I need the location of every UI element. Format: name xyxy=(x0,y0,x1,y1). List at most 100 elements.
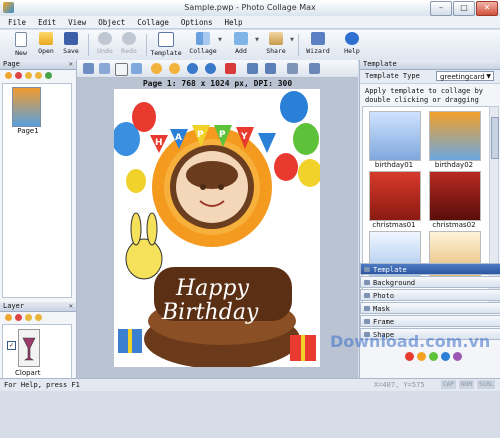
save-button[interactable]: Save xyxy=(57,32,85,58)
cocktail-glass-icon xyxy=(22,337,36,361)
template-label: christmas02 xyxy=(432,221,476,229)
banner-letter: P xyxy=(219,130,226,140)
menu-collage[interactable]: Collage xyxy=(137,16,169,28)
banner-letter: Y xyxy=(240,132,248,142)
template-thumbnail[interactable] xyxy=(369,111,421,161)
open-button[interactable]: Open xyxy=(32,32,60,58)
bring-forward-icon[interactable] xyxy=(151,63,162,74)
open-folder-icon xyxy=(39,32,53,45)
template-type-label: Template Type xyxy=(365,72,420,80)
caps-indicator: CAP xyxy=(441,380,456,389)
title-bar: Sample.pwp - Photo Collage Max – □ ✕ xyxy=(0,0,500,17)
close-icon[interactable]: ✕ xyxy=(69,60,73,69)
template-type-row: Template Type greetingcard ▼ xyxy=(360,70,500,84)
chevron-down-icon: ▼ xyxy=(486,73,491,80)
right-pane: Template Template Type greetingcard ▼ Ap… xyxy=(359,60,500,378)
main-toolbar: New Open Save Undo Redo Template Collage… xyxy=(0,30,500,61)
layer-thumbnail[interactable] xyxy=(18,329,40,367)
watermark: Download.com.vn xyxy=(330,332,490,361)
move-down-icon[interactable] xyxy=(35,72,42,79)
refresh-icon[interactable] xyxy=(45,72,52,79)
redo-button[interactable]: Redo xyxy=(115,32,143,58)
share-icon xyxy=(269,32,283,45)
category-background[interactable]: Background xyxy=(360,276,500,288)
template-button[interactable]: Template xyxy=(150,32,182,58)
template-type-select[interactable]: greetingcard ▼ xyxy=(436,71,494,81)
status-bar: For Help, press F1 X=407, Y=575 CAP NUM … xyxy=(0,378,500,391)
menu-edit[interactable]: Edit xyxy=(38,16,56,28)
collage-button[interactable]: Collage ▼ xyxy=(188,32,222,58)
canvas-area: Page 1: 768 x 1024 px, DPI: 300 H A P P … xyxy=(77,60,358,378)
rotate-left-icon[interactable] xyxy=(205,63,216,74)
banner-letter: H xyxy=(155,138,163,148)
menu-bar: File Edit View Object Collage Options He… xyxy=(0,16,500,29)
category-frame[interactable]: Frame xyxy=(360,315,500,327)
add-button[interactable]: Add ▼ xyxy=(227,32,259,58)
window-controls: – □ ✕ xyxy=(430,1,498,16)
template-panel-header: Template xyxy=(360,60,500,70)
layer-panel-header: Layer ✕ xyxy=(0,302,76,312)
undo-icon xyxy=(98,32,112,45)
cursor-coords: X=407, Y=575 xyxy=(374,381,425,389)
page-thumbnail[interactable] xyxy=(12,87,41,127)
help-icon xyxy=(345,32,359,45)
left-pane: Page ✕ Page1 Layer ✕ ✓ Clopart xyxy=(0,60,77,381)
watermark-dots xyxy=(405,352,462,361)
share-button[interactable]: Share ▼ xyxy=(262,32,294,58)
scroll-indicator: SCRL xyxy=(477,380,496,389)
chevron-down-icon[interactable]: ▼ xyxy=(218,37,222,43)
toolbar-separator xyxy=(298,34,299,56)
close-icon[interactable]: ✕ xyxy=(69,302,73,311)
move-up-icon[interactable] xyxy=(25,72,32,79)
save-icon xyxy=(64,32,78,45)
zoom-icon[interactable] xyxy=(287,63,298,74)
help-button[interactable]: Help xyxy=(338,32,366,58)
delete-page-icon[interactable] xyxy=(15,72,22,79)
maximize-button[interactable]: □ xyxy=(453,1,475,16)
category-photo[interactable]: Photo xyxy=(360,289,500,301)
template-thumbnail[interactable] xyxy=(369,171,421,221)
wizard-icon xyxy=(311,32,325,45)
delete-icon[interactable] xyxy=(225,63,236,74)
add-icon xyxy=(234,32,248,45)
category-mask[interactable]: Mask xyxy=(360,302,500,314)
distribute-icon[interactable] xyxy=(265,63,276,74)
template-thumbnail[interactable] xyxy=(429,111,481,161)
send-backward-icon[interactable] xyxy=(169,63,180,74)
scrollbar-thumb[interactable] xyxy=(491,117,499,159)
collage-artwork: H A P P Y Happy Birthday xyxy=(114,89,320,367)
pan-tool-icon[interactable] xyxy=(131,63,142,74)
menu-object[interactable]: Object xyxy=(98,16,125,28)
add-page-icon[interactable] xyxy=(5,72,12,79)
menu-file[interactable]: File xyxy=(8,16,26,28)
menu-view[interactable]: View xyxy=(68,16,86,28)
window-title: Sample.pwp - Photo Collage Max xyxy=(184,3,316,12)
category-template[interactable]: Template xyxy=(360,263,500,275)
rotate-right-icon[interactable] xyxy=(187,63,198,74)
page-list: Page1 xyxy=(2,83,72,298)
layer-visibility-checkbox[interactable]: ✓ xyxy=(7,341,16,350)
menu-options[interactable]: Options xyxy=(181,16,213,28)
align-icon[interactable] xyxy=(247,63,258,74)
fit-icon[interactable] xyxy=(309,63,320,74)
minimize-button[interactable]: – xyxy=(430,1,452,16)
crop-tool-icon[interactable] xyxy=(99,63,110,74)
menu-help[interactable]: Help xyxy=(225,16,243,28)
redo-icon xyxy=(122,32,136,45)
layer-panel: Layer ✕ ✓ Clopart xyxy=(0,302,76,438)
move-up-icon[interactable] xyxy=(25,314,32,321)
chevron-down-icon[interactable]: ▼ xyxy=(290,37,294,43)
birthday-collage[interactable]: H A P P Y Happy Birthday xyxy=(114,89,320,367)
new-button[interactable]: New xyxy=(7,32,35,58)
resize-tool-icon[interactable] xyxy=(115,63,128,76)
close-button[interactable]: ✕ xyxy=(476,1,498,16)
move-down-icon[interactable] xyxy=(35,314,42,321)
select-tool-icon[interactable] xyxy=(83,63,94,74)
wizard-button[interactable]: Wizard xyxy=(303,32,333,58)
delete-layer-icon[interactable] xyxy=(15,314,22,321)
chevron-down-icon[interactable]: ▼ xyxy=(255,37,259,43)
add-layer-icon[interactable] xyxy=(5,314,12,321)
canvas-info: Page 1: 768 x 1024 px, DPI: 300 xyxy=(142,79,293,88)
category-list: Template Background Photo Mask Frame Sha… xyxy=(360,263,500,341)
template-thumbnail[interactable] xyxy=(429,171,481,221)
